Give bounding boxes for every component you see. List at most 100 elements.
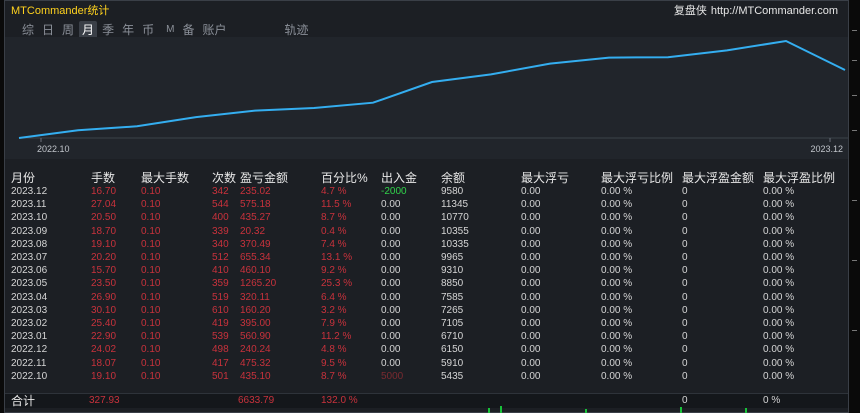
site-link[interactable]: http://MTCommander.com [711, 5, 838, 17]
table-cell: 0.00 [381, 318, 401, 329]
column-header[interactable]: 次数 [212, 169, 236, 186]
right-scale-strip[interactable] [849, 0, 860, 413]
column-header[interactable]: 月份 [11, 169, 35, 186]
table-row[interactable]: 2022.10 19.10 0.10 501 435.10 8.7 % 5000 5435 0.… [5, 370, 848, 383]
column-header[interactable]: 最大浮盈金额 [682, 169, 754, 186]
table-cell: 0 [682, 318, 688, 329]
table-row[interactable]: 2023.06 15.70 0.10 410 460.10 9.2 % 0.00 9310 0.… [5, 264, 848, 277]
table-cell: 0.00 [521, 304, 541, 316]
scale-tick [852, 260, 857, 261]
table-cell: 2023.09 [11, 225, 48, 237]
table-row[interactable]: 2023.03 30.10 0.10 610 160.20 3.2 % 0.00 7265 0.… [5, 304, 848, 317]
table-cell: 0.00 % [601, 291, 633, 303]
summary-lots: 327.93 [89, 395, 120, 406]
column-header[interactable]: 手数 [91, 169, 115, 186]
table-cell: 0 [682, 357, 688, 369]
table-row[interactable]: 2023.08 19.10 0.10 340 370.49 7.4 % 0.00 10335 0… [5, 238, 848, 251]
column-header[interactable]: 最大手数 [141, 169, 189, 186]
table-cell: 4.7 % [321, 186, 347, 197]
table-cell: 342 [212, 186, 229, 197]
table-cell: 0.00 [521, 318, 541, 329]
column-header[interactable]: 最大浮亏 [521, 169, 569, 186]
scale-tick [852, 130, 857, 131]
table-cell: 544 [212, 199, 229, 211]
table-header: 月份 手数 最大手数 次数 盈亏金额 百分比% 出入金 余额 最大浮亏 最大浮亏比例 最大浮盈金额最… [5, 169, 848, 186]
column-header[interactable]: 出入金 [381, 169, 417, 186]
table-cell: 11345 [441, 199, 469, 211]
table-cell: 0.00 [381, 278, 401, 290]
table-cell: 0.10 [141, 212, 161, 224]
table-row[interactable]: 2023.01 22.90 0.10 539 560.90 11.2 % 0.00 6710 0… [5, 330, 848, 343]
table-cell: 0.00 [381, 291, 401, 303]
table-row[interactable]: 2022.11 18.07 0.10 417 475.32 9.5 % 0.00 5910 0.… [5, 357, 848, 370]
table-cell: 0.10 [141, 265, 161, 277]
table-cell: 0.00 % [763, 252, 795, 263]
table-cell: 9.2 % [321, 265, 347, 277]
table-cell: 2023.01 [11, 331, 48, 343]
table-cell: 2022.11 [11, 357, 47, 369]
table-cell: 0.00 [521, 212, 541, 224]
table-row[interactable]: 2023.10 20.50 0.10 400 435.27 8.7 % 0.00 10770 0… [5, 211, 848, 224]
table-cell: 512 [212, 252, 229, 263]
table-cell: 539 [212, 331, 229, 343]
summary-pct: 132.0 % [321, 395, 358, 406]
table-cell: 340 [212, 238, 229, 250]
table-cell: 0.10 [141, 318, 161, 329]
table-cell: 419 [212, 318, 229, 329]
table-cell: 0 [682, 238, 688, 250]
column-header[interactable]: 盈亏金额 [240, 169, 288, 186]
table-cell: 2023.05 [11, 278, 48, 290]
table-cell: 0.00 [381, 252, 401, 263]
table-cell: 501 [212, 370, 229, 382]
table-row[interactable]: 2023.11 27.04 0.10 544 575.18 11.5 % 0.00 11345… [5, 198, 848, 211]
table-cell: 0.00 % [763, 212, 795, 224]
table-cell: 6710 [441, 331, 464, 343]
table-cell: 24.02 [91, 344, 117, 356]
table-cell: 0.00 % [763, 357, 795, 369]
table-row[interactable]: 2022.12 24.02 0.10 498 240.24 4.8 % 0.00 6150 0.… [5, 343, 848, 356]
column-header[interactable]: 余额 [441, 169, 465, 186]
table-cell: 0 [682, 186, 688, 197]
table-row[interactable]: 2023.04 26.90 0.10 519 320.11 6.4 % 0.00 7585 0.… [5, 291, 848, 304]
table-row[interactable]: 2023.05 23.50 0.10 359 1265.20 25.3 % 0.00 8850… [5, 277, 848, 290]
volume-bar [585, 409, 587, 413]
table-cell: 0 [682, 344, 688, 356]
table-cell: 0.00 % [601, 304, 633, 316]
table-cell: 0.00 % [763, 370, 795, 382]
table-cell: 10355 [441, 225, 469, 237]
table-cell: 0.00 % [601, 265, 633, 277]
table-row[interactable]: 2023.07 20.20 0.10 512 655.34 13.1 % 0.00 9965 0… [5, 251, 848, 264]
table-cell: 0.00 [381, 212, 401, 224]
table-cell: 8.7 % [321, 212, 347, 224]
table-cell: 25.3 % [321, 278, 353, 290]
table-cell: 0.00 [521, 370, 541, 382]
table-row[interactable]: 2023.09 18.70 0.10 339 20.32 0.4 % 0.00 10355 0.… [5, 225, 848, 238]
window-title: MTCommander统计 [11, 5, 110, 17]
table-cell: 0 [682, 199, 688, 211]
table-cell: 7105 [441, 318, 464, 329]
summary-label: 合计 [11, 394, 36, 408]
column-header[interactable]: 最大浮亏比例 [601, 169, 673, 186]
table-cell: 0.00 [521, 291, 541, 303]
table-row[interactable]: 2023.12 16.70 0.10 342 235.02 4.7 % -2000 9580 0… [5, 185, 848, 198]
summary-max-float-profit: 0 [682, 395, 688, 406]
table-cell: 370.49 [240, 238, 271, 250]
table-cell: 0.00 [521, 199, 541, 211]
column-header[interactable]: 最大浮盈比例 [763, 169, 835, 186]
table-cell: 460.10 [240, 265, 271, 277]
table-row[interactable]: 2023.02 25.40 0.10 419 395.00 7.9 % 0.00 7105 0.… [5, 317, 848, 330]
table-cell: 23.50 [91, 278, 117, 290]
table-cell: 410 [212, 265, 229, 277]
volume-bar [680, 407, 682, 413]
table-cell: 0.00 [381, 357, 401, 369]
table-cell: 0.00 % [601, 318, 633, 329]
scale-tick [852, 95, 857, 96]
table-cell: 0.00 [381, 238, 401, 250]
table-cell: 0.00 [381, 331, 401, 343]
table-cell: 4.8 % [321, 344, 347, 356]
table-cell: 0.00 [381, 265, 401, 277]
table-cell: 160.20 [240, 304, 271, 316]
table-cell: 359 [212, 278, 229, 290]
column-header[interactable]: 百分比% [321, 169, 368, 186]
brand[interactable]: 复盘侠 http://MTCommander.com [674, 2, 838, 18]
